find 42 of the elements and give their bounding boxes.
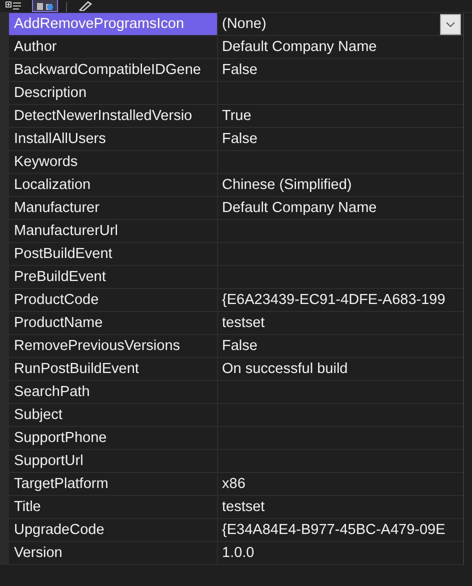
- property-name[interactable]: Keywords: [9, 151, 218, 173]
- property-value[interactable]: False: [222, 128, 258, 150]
- property-value[interactable]: {E34A84E4-B977-45BC-A479-09E: [222, 519, 446, 541]
- property-name[interactable]: Subject: [9, 404, 218, 426]
- property-name[interactable]: PreBuildEvent: [9, 266, 218, 288]
- property-name[interactable]: RemovePreviousVersions: [9, 335, 218, 357]
- property-value[interactable]: Default Company Name: [222, 197, 377, 219]
- property-name[interactable]: PostBuildEvent: [9, 243, 218, 265]
- property-value[interactable]: (None): [222, 13, 266, 35]
- property-name[interactable]: Localization: [9, 174, 218, 196]
- property-value[interactable]: False: [222, 59, 258, 81]
- property-value[interactable]: On successful build: [222, 358, 348, 380]
- caret-icon: [446, 22, 455, 27]
- property-name[interactable]: InstallAllUsers: [9, 128, 218, 150]
- property-name[interactable]: ProductCode: [9, 289, 218, 311]
- property-name[interactable]: BackwardCompatibleIDGene: [9, 59, 218, 81]
- property-name[interactable]: SearchPath: [9, 381, 218, 403]
- dropdown-button[interactable]: [440, 14, 461, 35]
- property-value[interactable]: 1.0.0: [222, 542, 254, 564]
- property-name[interactable]: SupportPhone: [9, 427, 218, 449]
- property-name[interactable]: DetectNewerInstalledVersio: [9, 105, 218, 127]
- property-value[interactable]: testset: [222, 496, 265, 518]
- property-name[interactable]: Manufacturer: [9, 197, 218, 219]
- property-name[interactable]: Version: [9, 542, 218, 564]
- property-value[interactable]: Chinese (Simplified): [222, 174, 352, 196]
- property-value[interactable]: testset: [222, 312, 265, 334]
- property-name[interactable]: Title: [9, 496, 218, 518]
- property-value[interactable]: True: [222, 105, 252, 127]
- sort-icon[interactable]: [32, 0, 58, 12]
- property-name[interactable]: ManufacturerUrl: [9, 220, 218, 242]
- property-name[interactable]: Description: [9, 82, 218, 104]
- property-name[interactable]: RunPostBuildEvent: [9, 358, 218, 380]
- property-name[interactable]: UpgradeCode: [9, 519, 218, 541]
- property-name[interactable]: SupportUrl: [9, 450, 218, 472]
- property-name[interactable]: Author: [9, 36, 218, 58]
- property-name[interactable]: TargetPlatform: [9, 473, 218, 495]
- property-value[interactable]: x86: [222, 473, 246, 495]
- property-value[interactable]: {E6A23439-EC91-4DFE-A683-199: [222, 289, 446, 311]
- property-value[interactable]: Default Company Name: [222, 36, 377, 58]
- property-name[interactable]: ProductName: [9, 312, 218, 334]
- property-name[interactable]: AddRemoveProgramsIcon: [9, 13, 218, 35]
- property-value[interactable]: False: [222, 335, 258, 357]
